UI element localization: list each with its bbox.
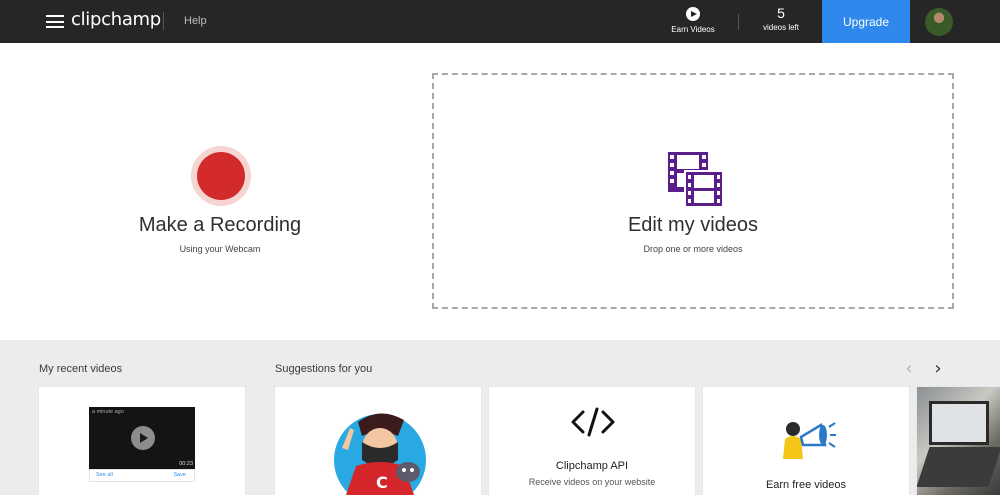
suggestion-card-earn[interactable]: Earn free videos [703,387,909,495]
video-duration: 00:23 [179,461,193,467]
play-circle-icon [686,7,700,21]
suggestion-card-photo[interactable] [917,387,1000,495]
edit-videos-dropzone[interactable]: Edit my videos Drop one or more videos [432,73,954,309]
hamburger-menu-icon[interactable] [46,15,64,28]
earn-videos-button[interactable]: Earn Videos [664,6,722,38]
code-icon [571,407,615,437]
megaphone-icon [783,422,836,459]
suggestion-card-api[interactable]: Clipchamp API Receive videos on your web… [489,387,695,495]
record-title: Make a Recording [138,214,302,236]
mascot-illustration-icon: C [334,413,426,495]
recent-videos-heading: My recent videos [39,363,123,375]
avatar[interactable] [925,8,953,36]
help-link[interactable]: Help [184,15,207,27]
record-subtitle: Using your Webcam [179,244,261,254]
videos-left-count: 5 [777,5,785,21]
clipchamp-logo[interactable]: clipchamp [71,9,161,30]
header-divider [738,14,739,30]
videos-left-counter: 5 videos left [752,5,810,32]
laptop-photo [917,387,1000,495]
film-strip-icon [668,152,722,206]
svg-text:C: C [376,473,388,492]
videos-left-label: videos left [762,23,800,32]
upgrade-button[interactable]: Upgrade [822,0,910,43]
api-card-subtitle: Receive videos on your website [528,477,656,487]
video-actions-bar: See all Save [89,469,195,482]
see-all-link[interactable]: See all [96,472,113,478]
save-link[interactable]: Save [173,472,186,478]
play-icon[interactable] [131,426,155,450]
carousel-prev-arrow-icon[interactable]: ‹ [902,360,916,378]
record-icon-core [197,152,245,200]
edit-title: Edit my videos [627,214,759,236]
video-timestamp: a minute ago [92,409,124,415]
suggestion-card-mascot[interactable]: C [275,387,481,495]
make-recording-option[interactable]: Make a Recording Using your Webcam [100,80,340,300]
earn-card-title: Earn free videos [765,479,847,491]
recent-video-card[interactable]: a minute ago 00:23 See all Save [39,387,245,495]
video-thumbnail[interactable]: a minute ago 00:23 [89,407,195,469]
carousel-next-arrow-icon[interactable]: › [931,360,945,378]
header-divider [163,12,164,30]
top-bar: clipchamp Help Earn Videos 5 videos left… [0,0,1000,43]
edit-subtitle: Drop one or more videos [643,244,743,254]
api-card-title: Clipchamp API [555,460,629,472]
earn-videos-label: Earn Videos [671,25,715,34]
lower-section: My recent videos Suggestions for you ‹ ›… [0,340,1000,495]
suggestions-heading: Suggestions for you [275,363,373,375]
